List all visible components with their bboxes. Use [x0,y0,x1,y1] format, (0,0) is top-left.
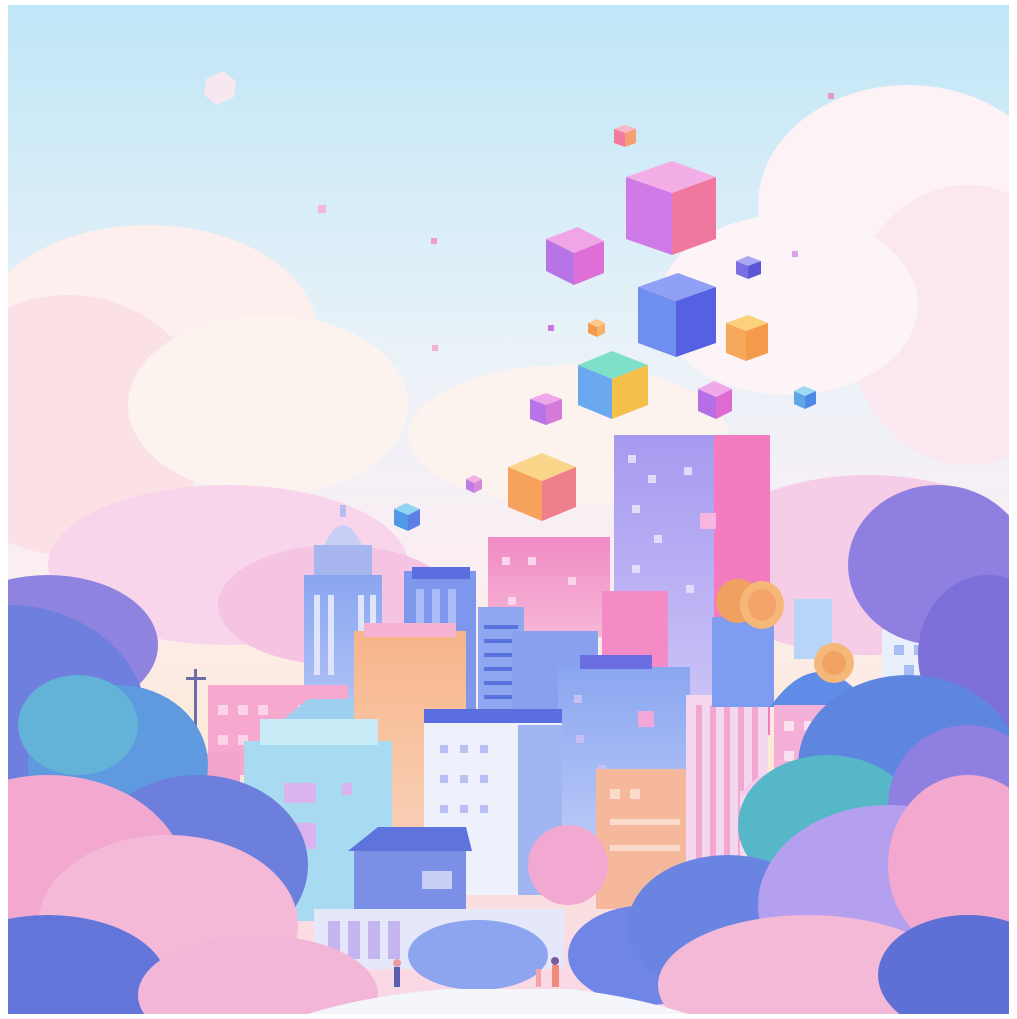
city-illustration [8,5,1009,1014]
illustration-frame [8,5,1009,1014]
